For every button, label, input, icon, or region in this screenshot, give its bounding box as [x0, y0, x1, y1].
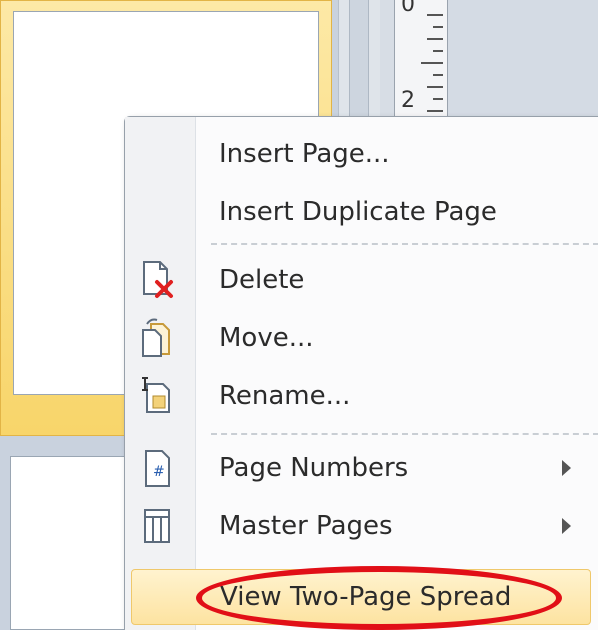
- ruler-tick: [427, 86, 443, 88]
- submenu-arrow-icon: [562, 460, 571, 476]
- ruler-tick: [427, 110, 443, 112]
- ruler-tick: [433, 50, 443, 52]
- menu-item-delete[interactable]: Delete: [125, 251, 598, 309]
- page-numbers-icon: #: [139, 446, 175, 490]
- ruler-tick: [427, 14, 443, 16]
- delete-page-icon: [139, 258, 175, 302]
- menu-item-page-numbers[interactable]: # Page Numbers: [125, 439, 598, 497]
- ruler-tick: [433, 26, 443, 28]
- menu-item-label: Move...: [219, 323, 314, 353]
- menu-separator: [211, 243, 598, 245]
- ruler-tick: [433, 74, 443, 76]
- annotation-highlight-ring: [196, 566, 562, 630]
- master-pages-icon: [139, 504, 175, 548]
- svg-text:#: #: [153, 464, 165, 480]
- ruler-mark: 2: [401, 88, 415, 113]
- ruler-mark: 0: [401, 0, 415, 17]
- submenu-arrow-icon: [562, 518, 571, 534]
- menu-item-label: Insert Page...: [219, 139, 390, 169]
- menu-separator: [211, 433, 598, 435]
- menu-item-label: Rename...: [219, 381, 351, 411]
- menu-item-insert-duplicate-page[interactable]: Insert Duplicate Page: [125, 183, 598, 241]
- ruler-tick: [427, 38, 443, 40]
- menu-item-label: Page Numbers: [219, 453, 409, 483]
- menu-item-label: Delete: [219, 265, 305, 295]
- menu-item-move[interactable]: Move...: [125, 309, 598, 367]
- menu-item-label: Master Pages: [219, 511, 393, 541]
- ruler-tick: [421, 62, 443, 64]
- menu-item-label: Insert Duplicate Page: [219, 197, 497, 227]
- page-context-menu: Insert Page... Insert Duplicate Page Del…: [124, 116, 598, 630]
- menu-item-insert-page[interactable]: Insert Page...: [125, 125, 598, 183]
- menu-item-master-pages[interactable]: Master Pages: [125, 497, 598, 555]
- move-page-icon: [139, 316, 175, 360]
- menu-item-rename[interactable]: Rename...: [125, 367, 598, 425]
- rename-page-icon: [139, 374, 175, 418]
- ruler-tick: [433, 98, 443, 100]
